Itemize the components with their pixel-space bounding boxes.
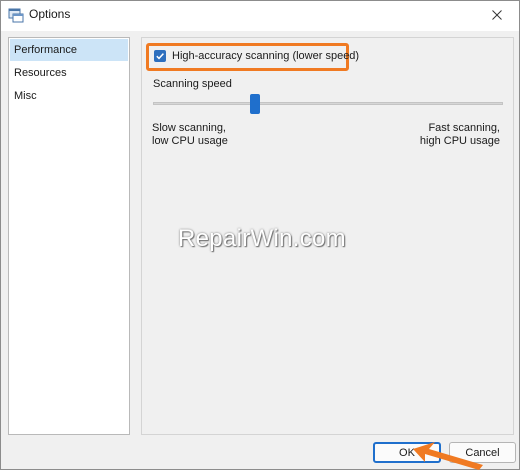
close-button[interactable] <box>475 1 519 29</box>
slow-label-line2: low CPU usage <box>152 135 228 147</box>
options-dialog: Options Performance Resources Misc High-… <box>0 0 520 470</box>
sidebar-item-label: Misc <box>14 90 37 102</box>
sidebar-item-performance[interactable]: Performance <box>10 39 128 61</box>
category-list: Performance Resources Misc <box>8 37 130 435</box>
sidebar-item-label: Resources <box>14 67 67 79</box>
checkbox-label: High-accuracy scanning (lower speed) <box>172 50 360 62</box>
close-icon <box>492 10 502 20</box>
scanning-speed-label: Scanning speed <box>153 78 232 90</box>
title-bar: Options <box>1 1 519 31</box>
cancel-button[interactable]: Cancel <box>449 442 516 463</box>
sidebar-item-resources[interactable]: Resources <box>10 62 128 84</box>
high-accuracy-checkbox[interactable]: High-accuracy scanning (lower speed) <box>154 50 359 62</box>
slow-scanning-label: Slow scanning, low CPU usage <box>152 122 228 148</box>
slider-track[interactable] <box>153 102 503 105</box>
slow-label-line1: Slow scanning, <box>152 122 226 134</box>
fast-scanning-label: Fast scanning, high CPU usage <box>420 122 500 148</box>
fast-label-line1: Fast scanning, <box>428 122 500 134</box>
slider-thumb[interactable] <box>249 94 260 114</box>
sidebar-item-misc[interactable]: Misc <box>10 85 128 107</box>
sidebar-item-label: Performance <box>14 44 77 56</box>
watermark: RepairWin.com <box>178 225 346 252</box>
app-window-icon <box>8 8 24 23</box>
checkmark-icon <box>156 53 164 60</box>
ok-button[interactable]: OK <box>373 442 441 463</box>
scanning-speed-slider[interactable] <box>153 94 503 114</box>
checkbox-checked[interactable] <box>154 50 166 62</box>
fast-label-line2: high CPU usage <box>419 135 500 147</box>
window-title: Options <box>29 7 71 21</box>
